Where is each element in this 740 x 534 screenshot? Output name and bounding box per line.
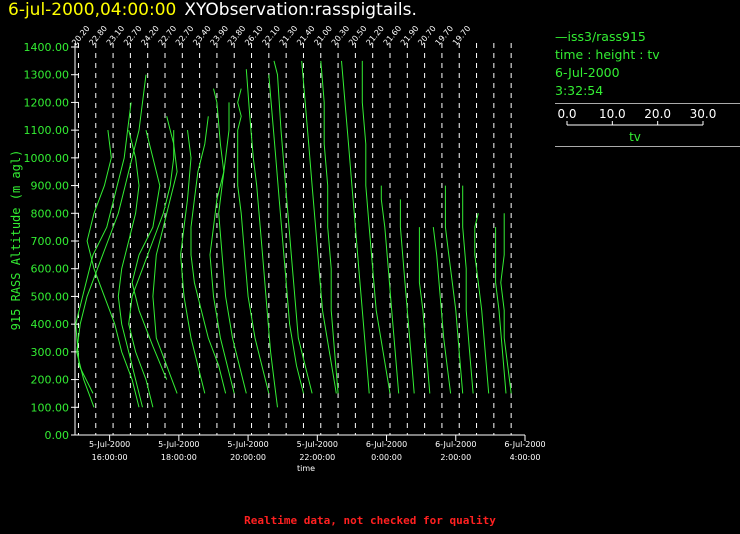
axis-layer xyxy=(71,43,526,441)
y-tick-label: 700.00 xyxy=(31,235,70,248)
tv-profile-series xyxy=(320,60,339,394)
x-tick-time-label: 16:00:00 xyxy=(92,453,128,462)
profile-time-label: 20.20 xyxy=(70,24,92,47)
profile-time-label: 23.80 xyxy=(226,24,248,47)
profile-time-label: 21.60 xyxy=(382,24,404,47)
x-tick-date-label: 6-Jul-2000 xyxy=(366,440,407,449)
y-tick-label: 1300.00 xyxy=(24,69,70,82)
legend-date: 6-Jul-2000 xyxy=(555,65,620,80)
tv-profile-series xyxy=(462,185,474,394)
y-tick-label: 0.00 xyxy=(45,429,70,442)
profile-time-label: 21.90 xyxy=(399,24,421,47)
profile-time-label: 19.70 xyxy=(451,24,473,47)
x-tick-date-label: 6-Jul-2000 xyxy=(435,440,476,449)
legend-scale-tick-label: 10.0 xyxy=(599,107,626,121)
profile-time-label: 21.20 xyxy=(364,24,386,47)
profile-time-label: 19.70 xyxy=(434,24,456,47)
tv-profile-series xyxy=(500,213,512,394)
x-tick-time-label: 18:00:00 xyxy=(161,453,197,462)
tv-profile-series xyxy=(209,88,235,394)
y-tick-label: 800.00 xyxy=(31,207,70,220)
tv-profile-series xyxy=(180,130,206,394)
x-tick-time-label: 4:00:00 xyxy=(510,453,541,462)
series-layer xyxy=(75,60,512,408)
tv-profile-series xyxy=(361,60,391,394)
x-tick-date-label: 5-Jul-2000 xyxy=(297,440,338,449)
profile-time-label: 21.40 xyxy=(295,24,317,47)
y-tick-label: 200.00 xyxy=(31,374,70,387)
profile-time-label: 22.10 xyxy=(260,24,282,47)
legend-scale-tick-label: 20.0 xyxy=(644,107,671,121)
x-tick-time-label: 22:00:00 xyxy=(299,453,335,462)
profile-time-label: 20.70 xyxy=(416,24,438,47)
x-tick-date-label: 5-Jul-2000 xyxy=(227,440,268,449)
tv-profile-series xyxy=(237,88,270,394)
quality-note: Realtime data, not checked for quality xyxy=(244,514,496,527)
legend-scale-layer: 0.0 10.0 20.0 30.0 xyxy=(557,107,717,126)
y-axis-label: 915 RASS Altitude (m agl) xyxy=(9,150,23,331)
legend-series: —iss3/rass915 xyxy=(555,28,740,46)
tv-profile-series xyxy=(75,102,132,394)
profile-time-label: 23.40 xyxy=(191,24,213,47)
profile-time-label: 22.70 xyxy=(174,24,196,47)
grid-layer xyxy=(77,43,512,435)
profile-time-label: 20.50 xyxy=(347,24,369,47)
y-tick-label: 1200.00 xyxy=(24,96,70,109)
y-tick-label: 500.00 xyxy=(31,290,70,303)
tv-profile-series xyxy=(301,60,337,394)
profile-time-label: 22.80 xyxy=(87,24,109,47)
x-tick-time-label: 20:00:00 xyxy=(230,453,266,462)
y-tick-label: 400.00 xyxy=(31,318,70,331)
y-tick-label: 900.00 xyxy=(31,180,70,193)
x-tick-time-label: 2:00:00 xyxy=(440,453,471,462)
x-tick-date-label: 6-Jul-2000 xyxy=(504,440,545,449)
legend-divider-top xyxy=(555,103,740,104)
x-tick-date-label: 5-Jul-2000 xyxy=(89,440,130,449)
legend-divider-bottom xyxy=(555,146,740,147)
profile-time-label: 20.30 xyxy=(330,24,352,47)
legend-scale-tick-label: 30.0 xyxy=(690,107,717,121)
y-tick-label: 100.00 xyxy=(31,401,70,414)
legend-series-label: iss3/rass915 xyxy=(567,29,646,44)
tv-profile-series xyxy=(444,185,464,394)
legend-tv-scale: 0.0 10.0 20.0 30.0 tv xyxy=(555,107,740,144)
profile-time-label: 22.70 xyxy=(157,24,179,47)
tv-profile-series xyxy=(190,116,227,394)
profile-time-label: 23.90 xyxy=(209,24,231,47)
y-tick-label: 1100.00 xyxy=(24,124,70,137)
profile-time-label: 21.30 xyxy=(278,24,300,47)
x-axis-label: time xyxy=(297,464,315,473)
profile-time-label: 24.20 xyxy=(139,24,161,47)
legend-tv-scale-svg: 0.0 10.0 20.0 30.0 tv xyxy=(557,107,717,144)
tv-profile-series xyxy=(418,227,431,394)
legend-scale-label: tv xyxy=(629,130,641,143)
label-layer: 20.2022.8023.1022.7024.2022.7022.7023.40… xyxy=(24,24,546,462)
profile-time-label: 21.00 xyxy=(312,24,334,47)
legend-line-swatch: — xyxy=(555,29,568,44)
x-tick-date-label: 5-Jul-2000 xyxy=(158,440,199,449)
x-tick-time-label: 0:00:00 xyxy=(371,453,402,462)
profile-time-label: 26.10 xyxy=(243,24,265,47)
y-tick-label: 300.00 xyxy=(31,346,70,359)
tv-profile-series xyxy=(131,129,168,380)
y-tick-label: 600.00 xyxy=(31,263,70,276)
profile-time-label: 23.10 xyxy=(105,24,127,47)
y-tick-label: 1400.00 xyxy=(24,41,70,54)
y-tick-label: 1000.00 xyxy=(24,152,70,165)
profile-time-label: 22.70 xyxy=(122,24,144,47)
legend-scale-tick-label: 0.0 xyxy=(557,107,576,121)
legend-desc: time : height : tv xyxy=(555,47,660,62)
legend-time: 3:32:54 xyxy=(555,83,604,98)
legend-panel: —iss3/rass915 time : height : tv 6-Jul-2… xyxy=(555,28,740,150)
